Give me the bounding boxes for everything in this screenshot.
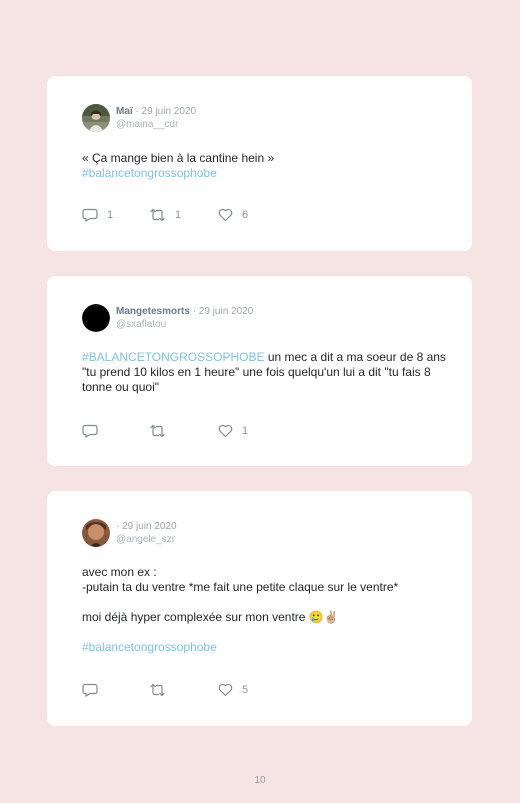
like-count: 5 [242,684,249,696]
tweet-text: #BALANCETONGROSSOPHOBE un mec a dit a ma… [82,350,447,395]
avatar[interactable] [82,304,110,332]
tweet-actions: 5 [82,682,282,698]
like-count: 6 [242,209,249,221]
author-name[interactable]: Maï [116,106,133,117]
tweet-text-line: avec mon ex : [82,565,157,579]
page-number: 10 [254,775,266,786]
reply-count: 1 [107,209,114,221]
tweet-actions: 1 [82,423,282,439]
reply-icon [82,424,98,438]
retweet-button[interactable] [149,423,175,439]
heart-icon [218,424,233,438]
tweet-text-line: moi déjà hyper complexée sur mon ventre … [82,610,339,624]
tweet-text-line: « Ça mange bien à la cantine hein » [82,151,275,165]
author-name[interactable]: Mangetesmorts [116,306,190,317]
hashtag-link[interactable]: #balancetongrossophobe [82,640,447,655]
retweet-icon [150,208,165,222]
reply-icon [82,683,98,697]
author-handle[interactable]: @sxaflatou [116,318,253,331]
retweet-count: 1 [175,209,182,221]
retweet-button[interactable]: 1 [149,207,181,223]
author-handle[interactable]: @maina__cdr [116,118,196,131]
retweet-icon [150,683,165,697]
tweet-text: avec mon ex : -putain ta du ventre *me f… [82,565,447,655]
tweet-card: · 29 juin 2020 @angele_szr avec mon ex :… [47,491,472,726]
reply-button[interactable] [82,682,107,698]
tweet-text-line: -putain ta du ventre *me fait une petite… [82,580,399,594]
tweet-card: Maï · 29 juin 2020 @maina__cdr « Ça mang… [47,76,472,251]
avatar[interactable] [82,519,110,547]
avatar[interactable] [82,104,110,132]
reply-icon [82,208,98,222]
retweet-button[interactable] [149,682,175,698]
heart-icon [218,208,233,222]
tweet-date: · 29 juin 2020 [192,306,254,317]
hashtag-link[interactable]: #BALANCETONGROSSOPHOBE [82,350,265,364]
reply-button[interactable]: 1 [82,207,113,223]
tweet-text: « Ça mange bien à la cantine hein » #bal… [82,151,447,181]
like-count: 1 [242,425,249,437]
hashtag-link[interactable]: #balancetongrossophobe [82,166,447,181]
reply-button[interactable] [82,423,107,439]
like-button[interactable]: 1 [218,423,248,439]
author-handle[interactable]: @angele_szr [116,533,177,546]
heart-icon [218,683,233,697]
like-button[interactable]: 6 [218,207,248,223]
retweet-icon [150,424,165,438]
tweet-date: · 29 juin 2020 [116,521,177,532]
like-button[interactable]: 5 [218,682,248,698]
tweet-card: Mangetesmorts · 29 juin 2020 @sxaflatou … [47,276,472,466]
tweet-date: · 29 juin 2020 [135,106,197,117]
tweet-actions: 1 1 6 [82,207,282,223]
